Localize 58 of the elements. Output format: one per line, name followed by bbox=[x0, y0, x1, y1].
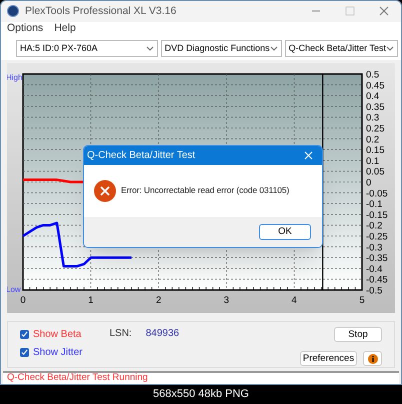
x-tick-label: 3 bbox=[224, 294, 230, 306]
x-tick-label: 0 bbox=[20, 294, 26, 306]
info-button[interactable] bbox=[363, 351, 382, 366]
y-tick-label: 0.45 bbox=[366, 80, 384, 92]
y-tick-label: -0.5 bbox=[366, 285, 382, 296]
dropdown[interactable]: Q-Check Beta/Jitter Test bbox=[284, 40, 398, 57]
error-message: Error: Uncorrectable read error (code 031105) bbox=[121, 184, 290, 198]
status-text: Q-Check Beta/Jitter Test Running bbox=[7, 371, 148, 386]
close-icon[interactable] bbox=[379, 6, 389, 16]
preferences-button[interactable]: Preferences bbox=[300, 351, 357, 366]
checkmark-icon bbox=[21, 331, 28, 338]
y-tick-label: -0.1 bbox=[366, 198, 382, 210]
dialog-title: Q-Check Beta/Jitter Test bbox=[87, 148, 196, 163]
dropdown[interactable]: HA:5 ID:0 PX-760A bbox=[16, 40, 158, 57]
error-icon bbox=[94, 180, 116, 202]
chevron-down-icon bbox=[386, 46, 394, 51]
y-tick-label: -0.15 bbox=[366, 210, 388, 221]
y-tick-label: -0.45 bbox=[366, 274, 388, 286]
ok-button[interactable]: OK bbox=[259, 224, 311, 240]
checkbox-label: Show Jitter bbox=[33, 346, 82, 360]
x-tick-label: 2 bbox=[156, 294, 162, 306]
checkbox[interactable] bbox=[20, 330, 29, 339]
lsn-label: LSN: bbox=[109, 327, 132, 338]
chevron-down-icon bbox=[146, 46, 154, 51]
checkmark-icon bbox=[21, 349, 28, 356]
y-tick-label: -0.4 bbox=[366, 264, 382, 275]
app-logo-icon bbox=[7, 5, 19, 18]
menu-item[interactable]: Options bbox=[7, 21, 44, 38]
stop-button[interactable]: Stop bbox=[334, 327, 382, 342]
menu-item[interactable]: Help bbox=[54, 21, 76, 38]
x-tick-label: 4 bbox=[292, 294, 297, 306]
info-icon bbox=[368, 354, 378, 364]
checkbox[interactable] bbox=[20, 348, 29, 357]
y-tick-label: -0.25 bbox=[366, 231, 388, 242]
window-title: PlexTools Professional XL V3.16 bbox=[25, 4, 176, 19]
y-tick-label: 0.3 bbox=[366, 112, 380, 124]
high-label: High bbox=[7, 72, 22, 82]
chevron-down-icon bbox=[270, 46, 278, 51]
y-tick-label: 0 bbox=[366, 177, 372, 188]
x-tick-label: 5 bbox=[359, 294, 365, 306]
y-tick-label: 0.4 bbox=[366, 90, 380, 102]
y-tick-label: 0.5 bbox=[366, 69, 380, 80]
y-tick-label: -0.2 bbox=[366, 220, 382, 232]
x-tick-label: 1 bbox=[88, 294, 94, 306]
y-tick-label: 0.15 bbox=[366, 144, 384, 156]
y-tick-label: 0.25 bbox=[366, 123, 384, 134]
y-tick-label: 0.1 bbox=[366, 156, 380, 167]
low-label: Low bbox=[7, 284, 21, 294]
image-caption: 568x550 48kb PNG bbox=[152, 387, 249, 402]
y-tick-label: -0.05 bbox=[366, 188, 388, 200]
y-tick-label: 0.2 bbox=[366, 134, 380, 146]
dropdown[interactable]: DVD Diagnostic Functions bbox=[160, 40, 282, 57]
checkbox-label: Show Beta bbox=[33, 328, 82, 342]
y-tick-label: 0.35 bbox=[366, 102, 384, 113]
y-tick-label: 0.05 bbox=[366, 166, 384, 178]
lsn-value: 849936 bbox=[146, 327, 180, 338]
y-tick-label: -0.3 bbox=[366, 242, 382, 254]
y-tick-label: -0.35 bbox=[366, 252, 388, 264]
